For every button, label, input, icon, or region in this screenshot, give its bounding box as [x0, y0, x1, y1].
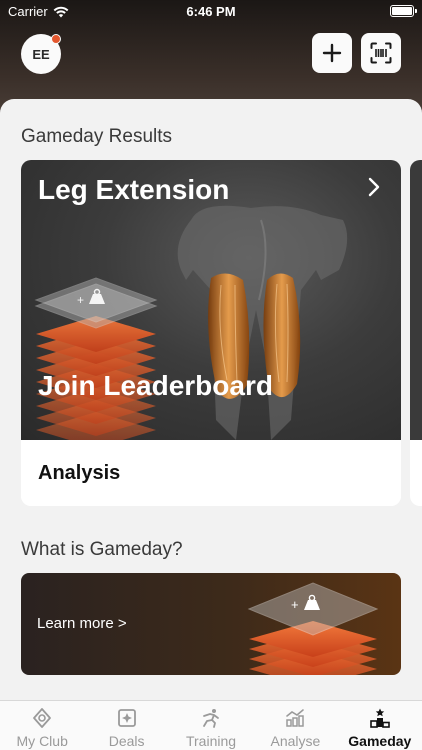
exercise-visual: + Leg Extension Join Leaderboard	[21, 160, 401, 440]
learn-more-card[interactable]: + Learn more >	[21, 573, 401, 675]
svg-text:+: +	[77, 293, 84, 307]
avatar[interactable]: EE	[21, 34, 61, 74]
analysis-label: Analysis	[38, 462, 121, 484]
tab-deals[interactable]: Deals	[84, 701, 168, 750]
scan-barcode-button[interactable]	[361, 33, 401, 73]
exercise-title: Leg Extension	[38, 174, 230, 205]
next-card-peek[interactable]	[410, 160, 422, 506]
avatar-initials: EE	[32, 46, 50, 62]
tab-training[interactable]: Training	[169, 701, 253, 750]
add-button[interactable]	[312, 33, 352, 73]
content-sheet: Gameday Results + Leg Extension Join Lea…	[0, 99, 422, 700]
tab-label: My Club	[16, 733, 68, 749]
tab-label: Gameday	[348, 733, 412, 749]
plus-icon	[322, 43, 342, 63]
weight-stack: +	[34, 277, 158, 440]
learn-more-link[interactable]: Learn more >	[37, 615, 127, 632]
analysis-row[interactable]: Analysis	[21, 440, 401, 506]
chevron-right-icon[interactable]	[367, 176, 381, 198]
status-bar: Carrier 6:46 PM	[0, 0, 422, 24]
notification-dot	[51, 34, 61, 44]
podium-icon	[370, 708, 390, 728]
svg-text:+: +	[291, 597, 299, 612]
bar-chart-icon	[286, 709, 305, 727]
tab-label: Training	[185, 733, 237, 749]
exercise-card[interactable]: + Leg Extension Join Leaderboard Analysi…	[21, 160, 401, 506]
clock: 6:46 PM	[186, 4, 236, 19]
tab-gameday[interactable]: Gameday	[338, 701, 422, 750]
tab-label: Deals	[108, 733, 145, 749]
battery-icon	[390, 5, 417, 17]
tab-my-club[interactable]: My Club	[0, 701, 84, 750]
deals-icon	[117, 709, 136, 727]
location-pin-icon	[33, 708, 52, 728]
gameday-results-heading: Gameday Results	[21, 126, 173, 147]
join-leaderboard-label: Join Leaderboard	[38, 370, 273, 401]
tab-bar: My Club Deals Training Analyse Gameday	[0, 700, 422, 750]
tab-analyse[interactable]: Analyse	[253, 701, 337, 750]
running-figure-icon	[203, 709, 219, 728]
barcode-scan-icon	[370, 42, 392, 64]
tab-label: Analyse	[270, 733, 321, 749]
what-is-gameday-heading: What is Gameday?	[21, 539, 183, 560]
